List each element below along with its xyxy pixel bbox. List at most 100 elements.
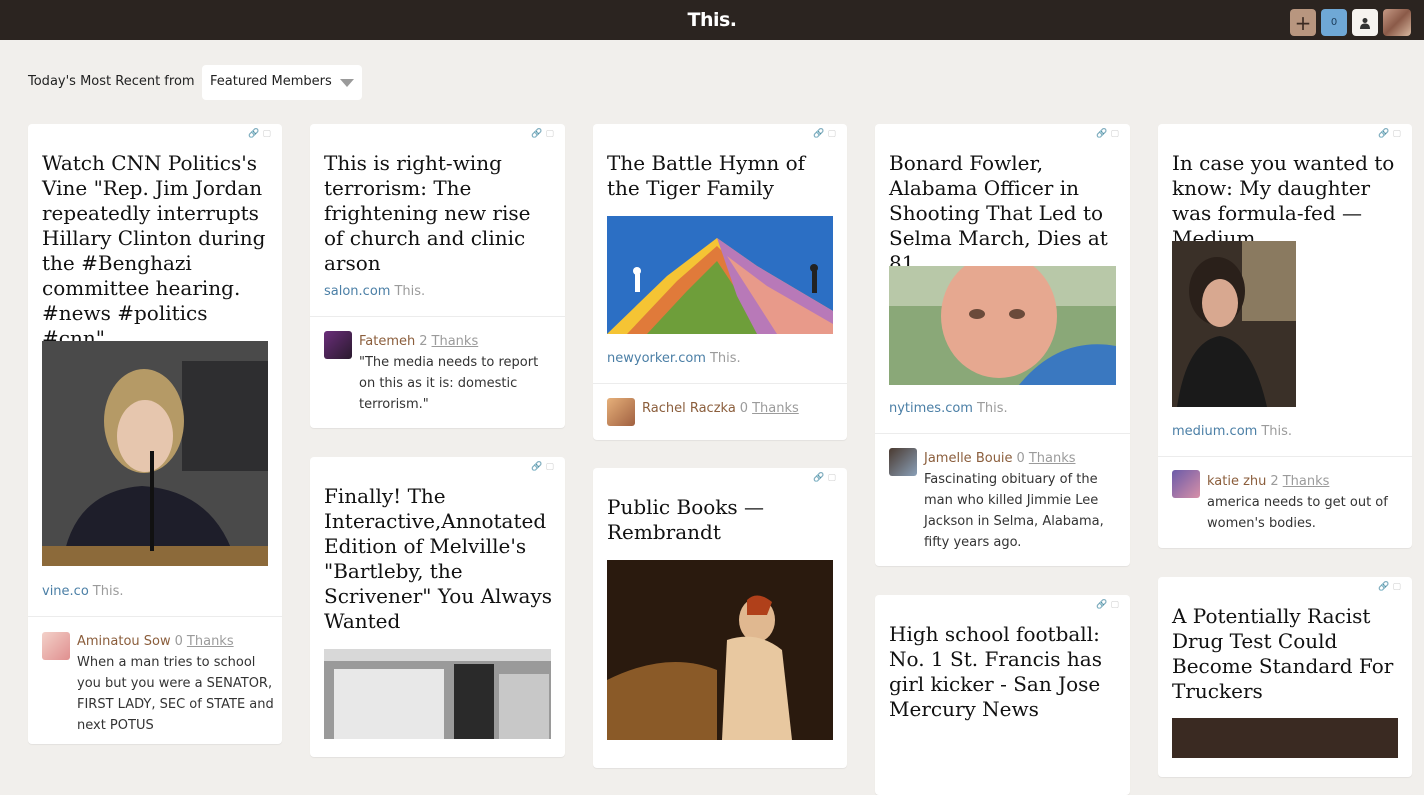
comment-text: "The media needs to report on this as it…: [359, 355, 539, 412]
this-label: This.: [709, 351, 741, 366]
article-source: medium.com This.: [1172, 424, 1292, 439]
article-title[interactable]: The Battle Hymn of the Tiger Family: [607, 151, 837, 201]
article-title[interactable]: In case you wanted to know: My daughter …: [1172, 151, 1404, 251]
hearing-photo: [42, 341, 268, 566]
thanks-link[interactable]: Thanks: [1283, 474, 1330, 489]
avatar[interactable]: [607, 398, 635, 426]
article-card[interactable]: 🔗▢ Watch CNN Politics's Vine "Rep. Jim J…: [28, 124, 282, 744]
top-bar: This. + 0: [0, 0, 1424, 40]
username-link[interactable]: Rachel Raczka: [642, 401, 736, 416]
painting-image: [607, 560, 833, 740]
article-source: nytimes.com This.: [889, 401, 1008, 416]
this-label: This.: [1261, 424, 1293, 439]
link-icon[interactable]: 🔗▢: [813, 473, 839, 483]
this-label: This.: [394, 284, 426, 299]
article-card[interactable]: 🔗▢ Public Books — Rembrandt: [593, 468, 847, 768]
divider: [593, 383, 847, 384]
avatar[interactable]: [42, 632, 70, 660]
article-image[interactable]: [324, 649, 551, 739]
featured-members-dropdown[interactable]: Featured Members: [202, 65, 362, 100]
article-title[interactable]: A Potentially Racist Drug Test Could Bec…: [1172, 604, 1404, 704]
recommendation-meta: Fatemeh 2 Thanks: [359, 334, 478, 349]
link-icon[interactable]: 🔗▢: [1378, 129, 1404, 139]
article-title[interactable]: Finally! The Interactive,Annotated Editi…: [324, 484, 554, 634]
person-icon: [1360, 17, 1370, 29]
portrait-photo: [889, 266, 1116, 385]
avatar[interactable]: [324, 331, 352, 359]
article-card[interactable]: 🔗▢ High school football: No. 1 St. Franc…: [875, 595, 1130, 795]
link-icon[interactable]: 🔗▢: [531, 462, 557, 472]
divider: [1158, 456, 1412, 457]
avatar[interactable]: [889, 448, 917, 476]
username-link[interactable]: Fatemeh: [359, 334, 415, 349]
article-title[interactable]: High school football: No. 1 St. Francis …: [889, 622, 1121, 722]
recommendation-meta: Aminatou Sow 0 Thanks: [77, 634, 234, 649]
recommendation-meta: Rachel Raczka 0 Thanks: [642, 401, 799, 416]
thanks-count: 0: [174, 634, 183, 649]
office-photo: [324, 649, 551, 739]
article-image[interactable]: [1172, 241, 1296, 407]
thanks-link[interactable]: Thanks: [432, 334, 479, 349]
article-title[interactable]: Bonard Fowler, Alabama Officer in Shooti…: [889, 151, 1121, 276]
link-icon[interactable]: 🔗▢: [1096, 600, 1122, 610]
article-image[interactable]: [42, 341, 268, 566]
site-logo[interactable]: This.: [0, 9, 1424, 31]
article-title[interactable]: Watch CNN Politics's Vine "Rep. Jim Jord…: [42, 151, 272, 351]
thanks-link[interactable]: Thanks: [1029, 451, 1076, 466]
thanks-count: 2: [419, 334, 428, 349]
notification-count-button[interactable]: 0: [1321, 9, 1347, 36]
avatar[interactable]: [1172, 470, 1200, 498]
thanks-count: 0: [1016, 451, 1025, 466]
filter-label: Today's Most Recent from: [28, 74, 195, 89]
article-image[interactable]: [607, 560, 833, 740]
thanks-link[interactable]: Thanks: [752, 401, 799, 416]
source-domain-link[interactable]: salon.com: [324, 284, 390, 299]
article-card[interactable]: 🔗▢ Finally! The Interactive,Annotated Ed…: [310, 457, 565, 757]
article-title[interactable]: Public Books — Rembrandt: [607, 495, 837, 545]
plus-icon[interactable]: +: [1290, 9, 1316, 36]
chevron-down-icon: [340, 79, 354, 87]
woman-photo: [1172, 241, 1296, 407]
article-image[interactable]: [889, 266, 1116, 385]
profile-icon[interactable]: [1352, 9, 1378, 36]
dropdown-selected-value: Featured Members: [210, 74, 332, 89]
article-card[interactable]: 🔗▢ In case you wanted to know: My daught…: [1158, 124, 1412, 548]
username-link[interactable]: Jamelle Bouie: [924, 451, 1013, 466]
comment-text: Fascinating obituary of the man who kill…: [924, 472, 1104, 550]
mountain-illustration: [607, 216, 833, 334]
source-domain-link[interactable]: nytimes.com: [889, 401, 973, 416]
source-domain-link[interactable]: newyorker.com: [607, 351, 706, 366]
recommendation-meta: Jamelle Bouie 0 Thanks: [924, 451, 1076, 466]
link-icon[interactable]: 🔗▢: [1096, 129, 1122, 139]
this-label: This.: [976, 401, 1008, 416]
thanks-count: 2: [1270, 474, 1279, 489]
article-card[interactable]: 🔗▢ This is right-wing terrorism: The fri…: [310, 124, 565, 428]
link-icon[interactable]: 🔗▢: [1378, 582, 1404, 592]
thanks-count: 0: [739, 401, 749, 416]
article-title[interactable]: This is right-wing terrorism: The fright…: [324, 151, 554, 276]
username-link[interactable]: Aminatou Sow: [77, 634, 171, 649]
link-icon[interactable]: 🔗▢: [531, 129, 557, 139]
link-icon[interactable]: 🔗▢: [248, 129, 274, 139]
source-domain-link[interactable]: vine.co: [42, 584, 89, 599]
article-source: newyorker.com This.: [607, 351, 741, 366]
article-card[interactable]: 🔗▢ A Potentially Racist Drug Test Could …: [1158, 577, 1412, 777]
article-source: salon.com This.: [324, 284, 425, 299]
article-source: vine.co This.: [42, 584, 123, 599]
user-avatar[interactable]: [1383, 9, 1411, 36]
source-domain-link[interactable]: medium.com: [1172, 424, 1257, 439]
divider: [310, 316, 565, 317]
article-card[interactable]: 🔗▢ Bonard Fowler, Alabama Officer in Sho…: [875, 124, 1130, 566]
divider: [28, 616, 282, 617]
username-link[interactable]: katie zhu: [1207, 474, 1266, 489]
comment-text: america needs to get out of women's bodi…: [1207, 495, 1388, 531]
article-image[interactable]: [1172, 718, 1398, 758]
article-image[interactable]: [607, 216, 833, 334]
article-card[interactable]: 🔗▢ The Battle Hymn of the Tiger Family n…: [593, 124, 847, 440]
divider: [875, 433, 1130, 434]
link-icon[interactable]: 🔗▢: [813, 129, 839, 139]
this-label: This.: [92, 584, 124, 599]
recommendation-meta: katie zhu 2 Thanks: [1207, 474, 1329, 489]
thanks-link[interactable]: Thanks: [187, 634, 234, 649]
comment-text: When a man tries to school you but you w…: [77, 655, 274, 733]
